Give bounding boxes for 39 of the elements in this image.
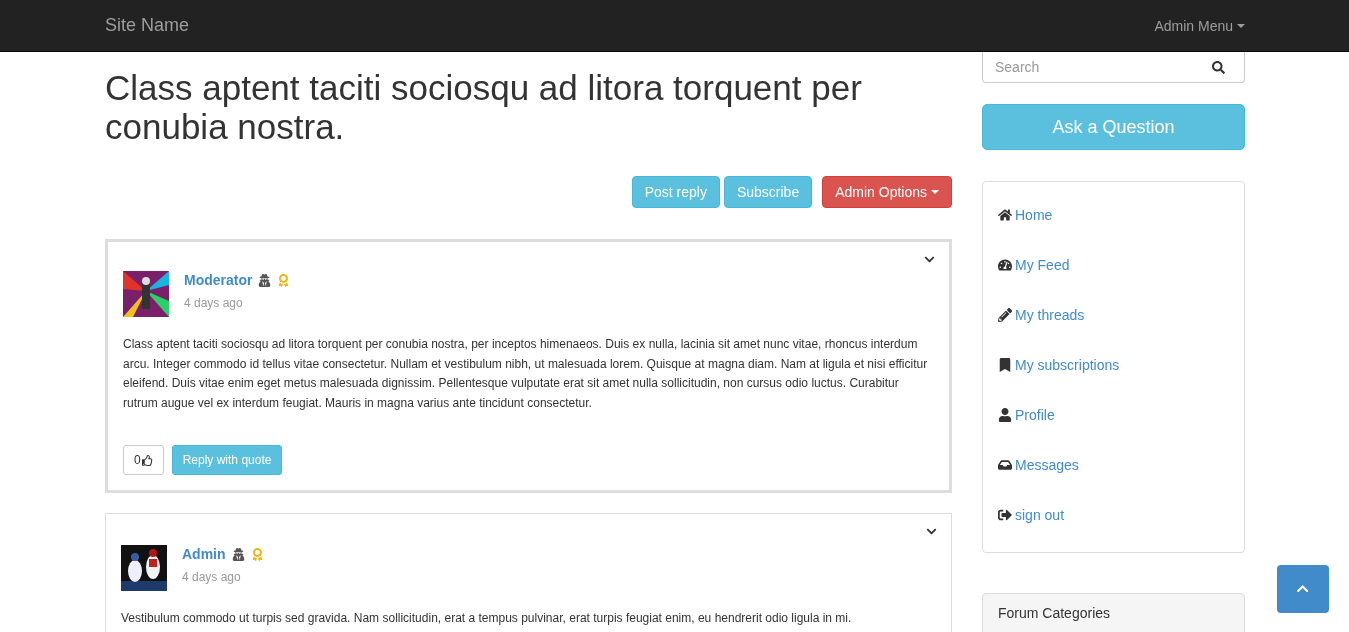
sidebar-link[interactable]: Home xyxy=(998,190,1229,240)
user-role-icon xyxy=(231,547,245,561)
sidebar-link[interactable]: Messages xyxy=(998,440,1229,490)
chevron-down-icon[interactable] xyxy=(924,254,935,265)
pencil-icon xyxy=(998,308,1012,322)
home-icon xyxy=(998,208,1012,222)
user-role-icon xyxy=(258,273,272,287)
thumbs-up-icon xyxy=(141,454,153,466)
post-time: 4 days ago xyxy=(184,296,244,310)
medal-icon xyxy=(250,547,264,561)
author-name[interactable]: Moderator xyxy=(184,272,253,288)
gauge-icon xyxy=(998,258,1012,272)
admin-options-button[interactable]: Admin Options xyxy=(822,176,952,208)
author-name[interactable]: Admin xyxy=(182,546,226,562)
search-icon[interactable] xyxy=(1212,61,1225,74)
user-icon xyxy=(998,408,1012,422)
sidebar-link[interactable]: sign out xyxy=(998,490,1229,540)
action-button[interactable]: Subscribe xyxy=(723,176,813,208)
panel-title: Forum Categories xyxy=(998,605,1111,621)
thread-title: Class aptent taciti sociosqu ad litora torquent per conubia nostra. xyxy=(105,69,863,146)
inbox-icon xyxy=(998,458,1012,472)
post-body: Vestibulum commodo ut turpis sed gravida. Nam sollicitudin, erat a tempus pulvinar, erat turpis feugiat enim, eu hendrerit odio ligula in mi. xyxy=(121,610,853,627)
post-body: Class aptent taciti sociosqu ad litora torquent per conubia nostra, per inceptos himenaeos. Duis ex nulla, lacinia sit amet nunc vitae, rhoncus interdum arcu. Integer commodo id tellus vitae consectetur. Nullam et vestibulum nibh, ut malesuada lorem. Quisque at magna diam. Nam at ligula et nisi efficitur eleifend. Duis vitae enim eget metus malesuada dignissim. Pellentesque vulputate erat sit amet nulla sollicitudin, non cursus odio luctus. Curabitur rutrum augue vel ex interdum feugiat. Mauris in magna varius ante tincidunt consectetur. xyxy=(123,336,929,412)
ask-question-button[interactable]: Ask a Question xyxy=(982,104,1245,150)
sidebar-link[interactable]: My Feed xyxy=(998,240,1229,290)
chevron-down-icon[interactable] xyxy=(926,526,937,537)
medal-icon xyxy=(277,273,291,287)
sidebar-link[interactable]: My subscriptions xyxy=(998,340,1229,390)
site-name[interactable]: Site Name xyxy=(105,15,190,36)
reply-quote-button[interactable]: Reply with quote xyxy=(171,445,283,475)
post-time: 4 days ago xyxy=(182,570,242,584)
search-field[interactable]: Search xyxy=(982,52,1245,83)
like-button[interactable]: 0 xyxy=(123,445,164,475)
sidebar-link[interactable]: Profile xyxy=(998,390,1229,440)
sign-out-icon xyxy=(998,508,1012,522)
action-button[interactable]: Post reply xyxy=(631,176,720,208)
bookmark-icon xyxy=(998,358,1012,372)
sidebar-link[interactable]: My threads xyxy=(998,290,1229,340)
admin-menu[interactable]: Admin Menu xyxy=(1154,17,1245,34)
